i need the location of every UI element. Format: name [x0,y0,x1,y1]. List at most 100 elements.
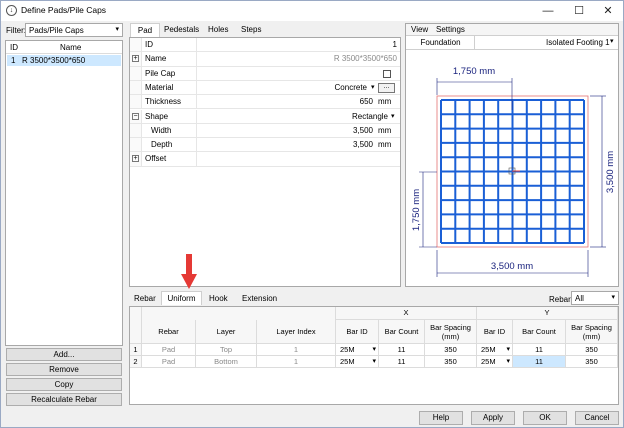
col-header-y-bar-count: Bar Count [513,320,566,344]
minimize-icon[interactable]: — [533,1,563,21]
cell-value: 350 [585,345,598,354]
dimension-top-label: 1,750 mm [453,66,495,77]
prop-material-row: Material Concrete ▾ ... [130,80,400,96]
table-cell-ycount[interactable]: 11 [513,356,566,368]
cell-value: Bottom [214,357,238,366]
prop-width-row: Width 3,500 mm [130,123,400,139]
prop-id-label: ID [145,40,153,49]
col-header-x-bar-count: Bar Count [379,320,425,344]
ok-button[interactable]: OK [523,411,567,425]
filter-label: Filter: [6,26,26,35]
prop-pilecap-label: Pile Cap [145,68,176,78]
cell-value: 1 [293,345,299,354]
tab-pedestals[interactable]: Pedestals [164,23,199,37]
footing-select[interactable]: Isolated Footing 1 [546,38,610,47]
shape-select[interactable]: Rectangle [352,112,388,121]
cancel-button[interactable]: Cancel [575,411,619,425]
add-button[interactable]: Add... [6,348,122,361]
rebar-filter-select[interactable]: All ▾ [571,291,619,305]
chevron-down-icon[interactable]: ▾ [372,356,376,367]
table-cell-index: 1 [257,344,336,356]
prop-shape-label: Shape [145,111,169,121]
menu-settings[interactable]: Settings [436,25,465,34]
expand-icon[interactable]: + [132,55,139,63]
table-cell-xbar[interactable]: 25M ▾ [336,344,379,356]
table-cell-xbar[interactable]: 25M ▾ [336,356,379,368]
table-cell-rebar: Pad [142,356,196,368]
view-panel: View Settings Foundation Isolated Footin… [405,23,619,287]
chevron-down-icon[interactable]: ▾ [371,83,375,91]
thickness-input[interactable]: 650 [360,97,373,106]
chevron-down-icon[interactable]: ▾ [506,356,510,367]
table-cell-ybar[interactable]: 25M ▾ [477,356,513,368]
tab-holes[interactable]: Holes [208,23,228,37]
app-icon: ↓ [6,5,17,16]
tab-uniform[interactable]: Uniform [161,291,202,305]
close-icon[interactable]: ✕ [593,1,623,21]
depth-input[interactable]: 3,500 [353,140,373,149]
col-header-x-bar-id: Bar ID [336,320,379,344]
chevron-down-icon[interactable]: ▾ [506,344,510,355]
group-y-header: Y [477,307,618,320]
tab-rebar[interactable]: Rebar [134,292,156,306]
depth-unit: mm [378,140,392,150]
collapse-icon[interactable]: − [132,112,139,120]
rebar-table: X Y Rebar Layer Layer Index Bar ID Bar C… [129,306,619,405]
tab-foundation[interactable]: Foundation [407,36,475,49]
material-more-button[interactable]: ... [378,82,395,93]
col-header-y-bar-spacing: Bar Spacing (mm) [566,320,618,344]
prop-id-row: ID 1 [130,38,400,53]
prop-thickness-row: Thickness 650 mm [130,95,400,110]
table-cell-yspacing[interactable]: 350 [566,344,618,356]
table-cell-xcount[interactable]: 11 [379,344,425,356]
col-header-y-bar-id: Bar ID [477,320,513,344]
table-cell-xcount[interactable]: 11 [379,356,425,368]
thickness-unit: mm [378,97,392,107]
cell-value: 25M [340,357,355,366]
pile-cap-checkbox[interactable] [383,69,391,78]
chevron-down-icon[interactable]: ▾ [610,37,614,45]
view-toolbar: Foundation Isolated Footing 1 ▾ [406,35,618,50]
material-select[interactable]: Concrete [335,83,367,92]
table-cell-yspacing[interactable]: 350 [566,356,618,368]
apply-button[interactable]: Apply [471,411,515,425]
cell-value: Pad [161,345,176,354]
expand-icon[interactable]: + [132,155,139,163]
chevron-down-icon[interactable]: ▾ [391,112,395,120]
table-cell-ybar[interactable]: 25M ▾ [477,344,513,356]
recalculate-rebar-button[interactable]: Recalculate Rebar [6,393,122,406]
list-item[interactable]: 1 R 3500*3500*650 [7,55,121,66]
table-cell-layer: Bottom [196,356,257,368]
prop-id-value: 1 [392,40,397,49]
remove-button[interactable]: Remove [6,363,122,376]
filter-select[interactable]: Pads/Pile Caps ▾ [25,23,123,37]
group-x-header: X [336,307,477,320]
tab-pad[interactable]: Pad [130,23,160,38]
rebar-filter-value: All [575,294,584,303]
tab-extension[interactable]: Extension [242,292,277,306]
prop-name-row: + Name R 3500*3500*650 [130,52,400,67]
pad-properties: ID 1 + Name R 3500*3500*650 Pile Cap Mat… [129,37,401,287]
menu-view[interactable]: View [411,25,428,34]
dimension-left-label: 1,750 mm [411,189,422,231]
row-number[interactable]: 1 [130,344,142,356]
chevron-down-icon: ▾ [611,294,615,301]
cell-value: 25M [340,345,355,354]
help-button[interactable]: Help [419,411,463,425]
cell-value: 25M [481,345,496,354]
list-item-id: 1 [11,56,16,65]
maximize-icon[interactable]: ☐ [564,1,594,21]
table-cell-ycount[interactable]: 11 [513,344,566,356]
table-cell-xspacing[interactable]: 350 [425,356,477,368]
red-arrow-icon [181,254,197,289]
dialog-window: ↓ Define Pads/Pile Caps — ☐ ✕ Filter: Pa… [0,0,624,428]
tab-steps[interactable]: Steps [241,23,261,37]
tab-hook[interactable]: Hook [209,292,228,306]
copy-button[interactable]: Copy [6,378,122,391]
table-cell-xspacing[interactable]: 350 [425,344,477,356]
row-number[interactable]: 2 [130,356,142,368]
chevron-down-icon[interactable]: ▾ [372,344,376,355]
prop-name-label: Name [145,54,167,64]
width-input[interactable]: 3,500 [353,126,373,135]
title-bar: ↓ Define Pads/Pile Caps — ☐ ✕ [1,1,623,21]
